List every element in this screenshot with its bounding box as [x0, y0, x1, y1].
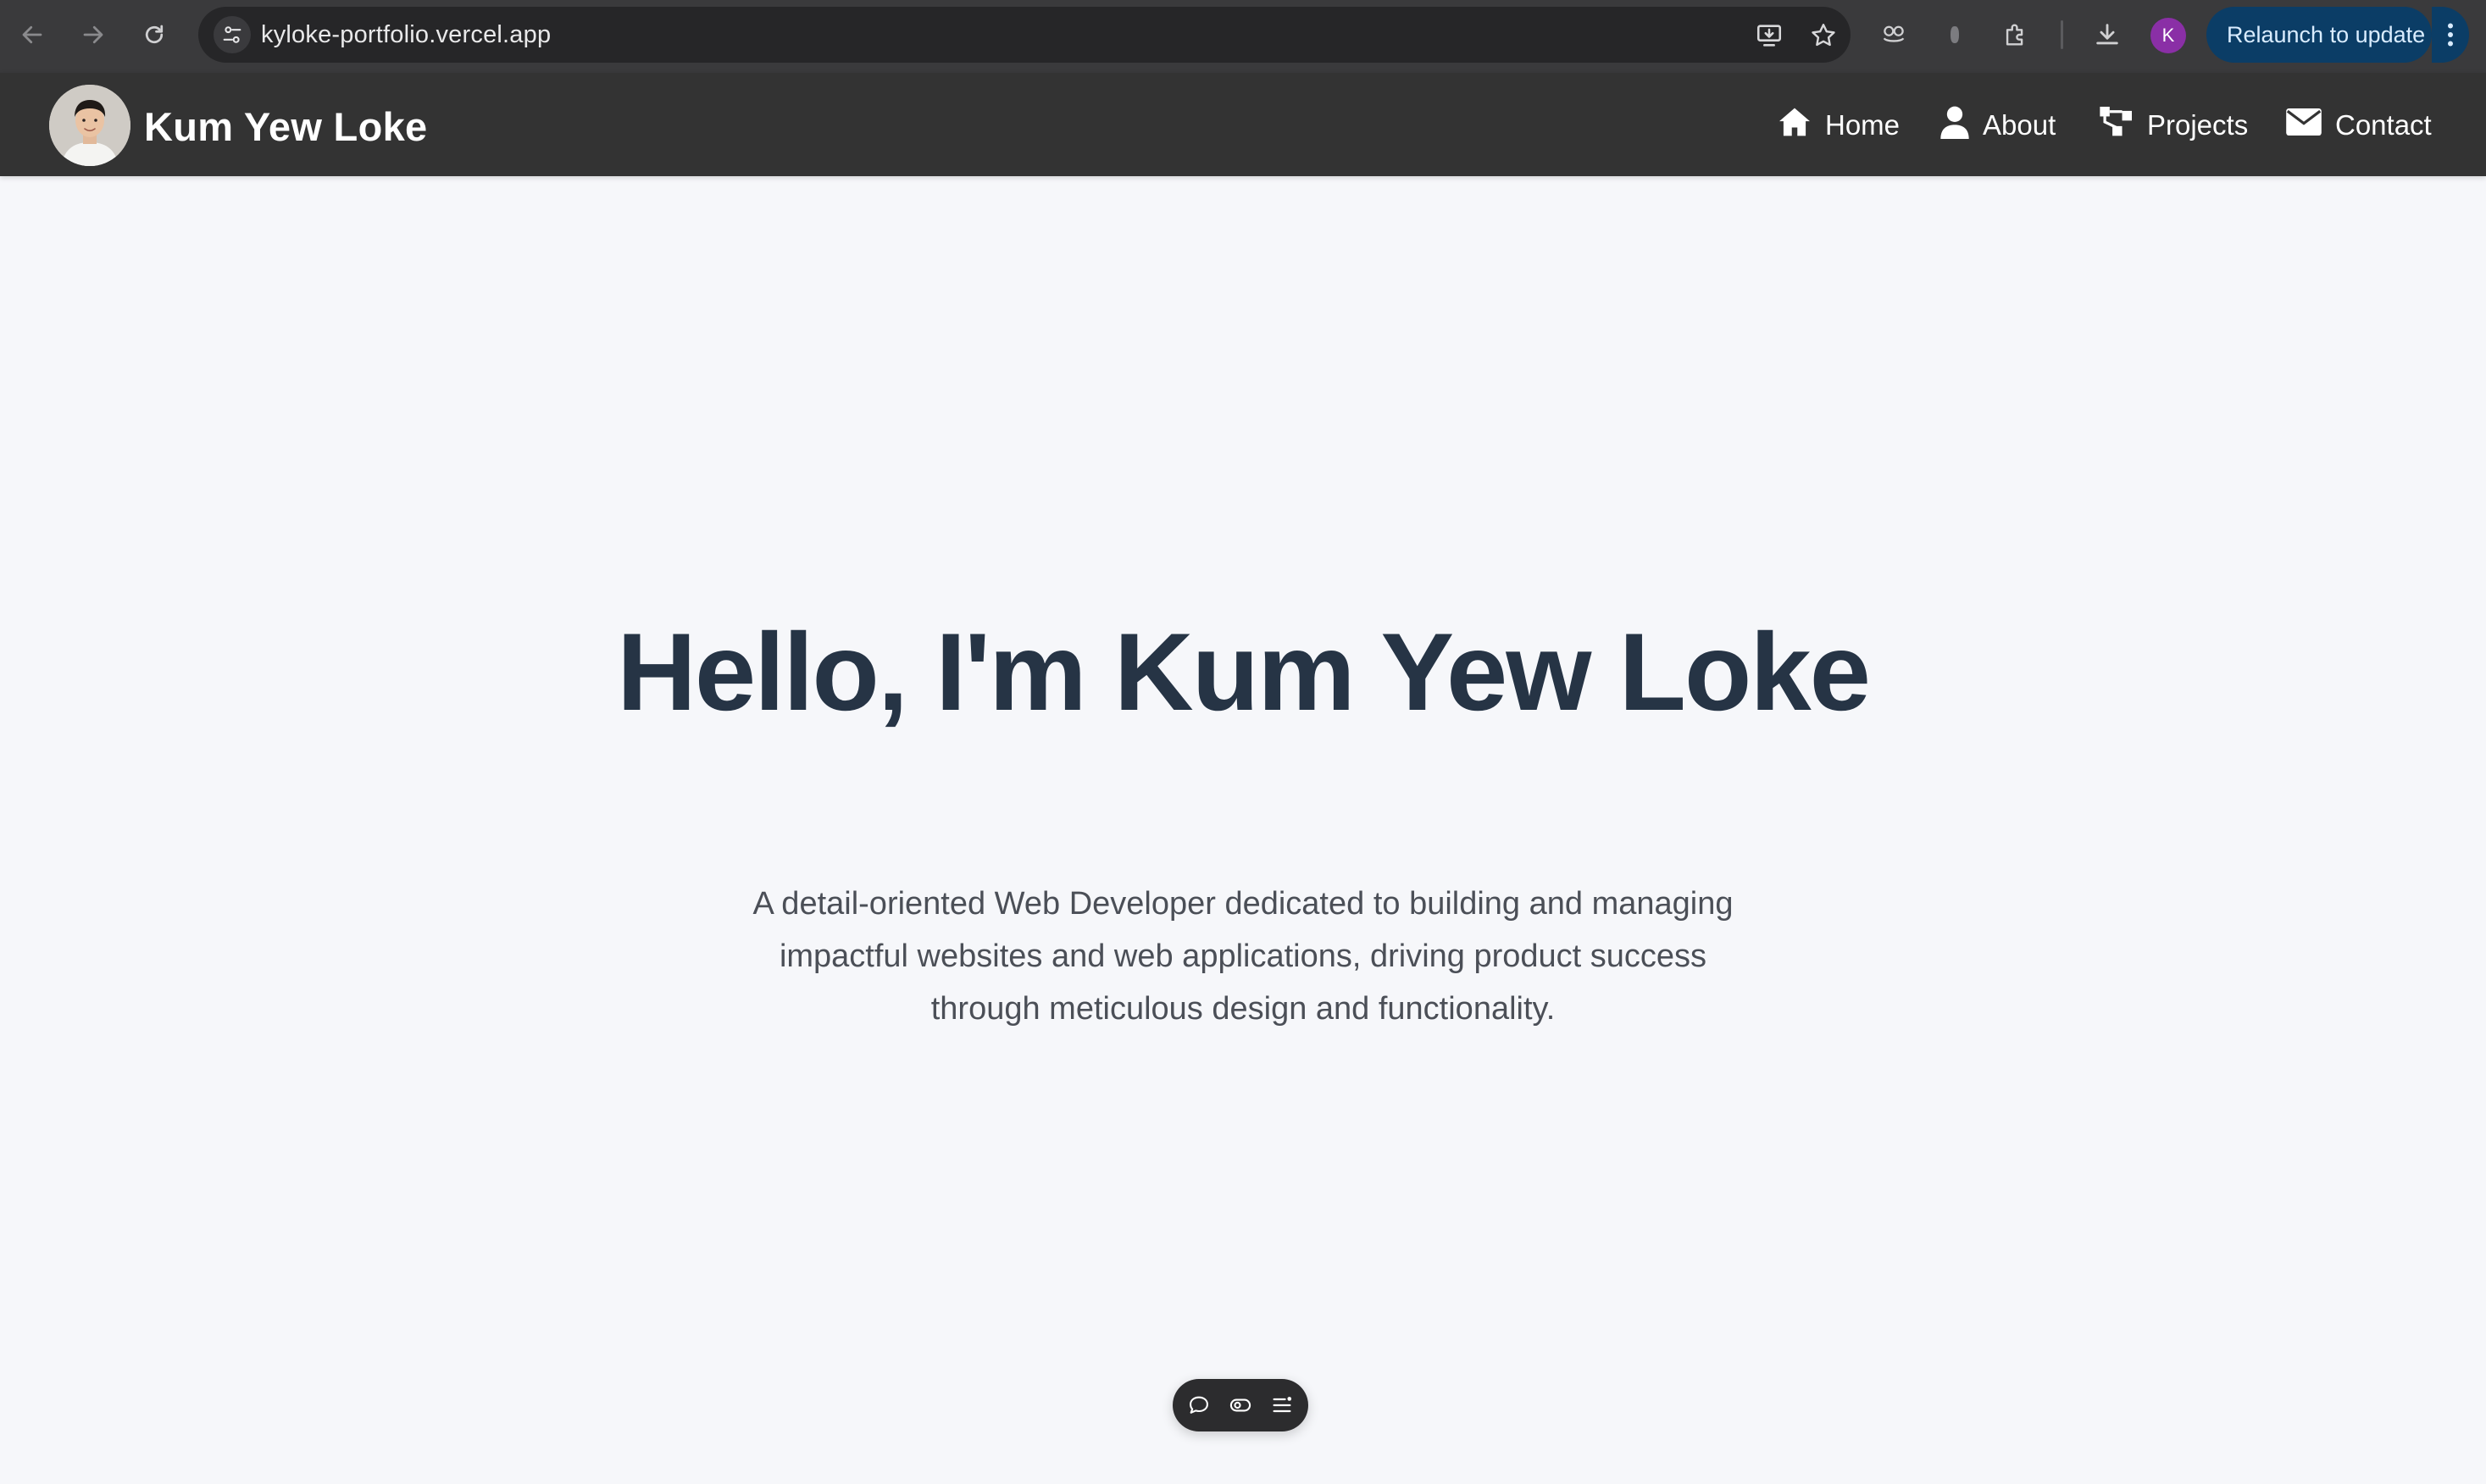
puzzle-extensions-icon[interactable]	[1998, 17, 2034, 53]
hero-description-line: through meticulous design and functional…	[930, 991, 1556, 1027]
download-icon[interactable]	[2089, 17, 2125, 53]
nav-about[interactable]: About	[1940, 105, 2056, 146]
toggle-icon[interactable]	[1225, 1390, 1256, 1420]
site-brand[interactable]: Kum Yew Loke	[144, 103, 427, 150]
hero-description: A detail-oriented Web Developer dedicate…	[695, 878, 1791, 1035]
reload-icon[interactable]	[136, 16, 173, 53]
toolbar-divider	[2061, 20, 2063, 49]
profile-avatar[interactable]: K	[2150, 18, 2186, 53]
hero-description-line: A detail-oriented Web Developer dedicate…	[752, 886, 1734, 922]
nav-label: Contact	[2335, 109, 2432, 141]
nav-projects[interactable]: Projects	[2100, 105, 2248, 146]
url-text[interactable]: kyloke-portfolio.vercel.app	[261, 21, 551, 49]
more-vertical-icon[interactable]	[2432, 7, 2469, 63]
back-icon[interactable]	[14, 16, 51, 53]
nav-home[interactable]: Home	[1778, 105, 1900, 146]
forward-icon[interactable]	[75, 16, 112, 53]
envelope-icon	[2286, 108, 2322, 142]
browser-toolbar: kyloke-portfolio.vercel.app K Relaunch t…	[0, 0, 2486, 73]
home-icon	[1778, 107, 1812, 144]
install-app-icon[interactable]	[1754, 20, 1784, 51]
site-settings-icon[interactable]	[214, 16, 251, 53]
extension-icon[interactable]	[1937, 17, 1973, 53]
user-icon	[1940, 105, 1969, 146]
nav-label: Projects	[2147, 109, 2249, 141]
nav-contact[interactable]: Contact	[2286, 105, 2432, 146]
hero-title: Hello, I'm Kum Yew Loke	[617, 610, 1871, 734]
sitemap-icon	[2100, 107, 2134, 144]
relaunch-label: Relaunch to update	[2227, 21, 2426, 47]
nav-label: About	[1983, 109, 2056, 141]
hero-description-line: impactful websites and web applications,…	[779, 939, 1707, 974]
comment-icon[interactable]	[1184, 1390, 1214, 1420]
menu-list-icon[interactable]	[1267, 1390, 1297, 1420]
nav-label: Home	[1825, 109, 1901, 141]
address-bar[interactable]: kyloke-portfolio.vercel.app	[198, 7, 1851, 63]
bookmark-star-icon[interactable]	[1808, 20, 1839, 51]
relaunch-button[interactable]: Relaunch to update	[2206, 7, 2432, 63]
extension-icon[interactable]	[1876, 17, 1912, 53]
site-header: Kum Yew Loke Home About Projects Contact	[0, 73, 2486, 176]
floating-toolbar	[1173, 1379, 1308, 1431]
avatar[interactable]	[49, 85, 130, 166]
